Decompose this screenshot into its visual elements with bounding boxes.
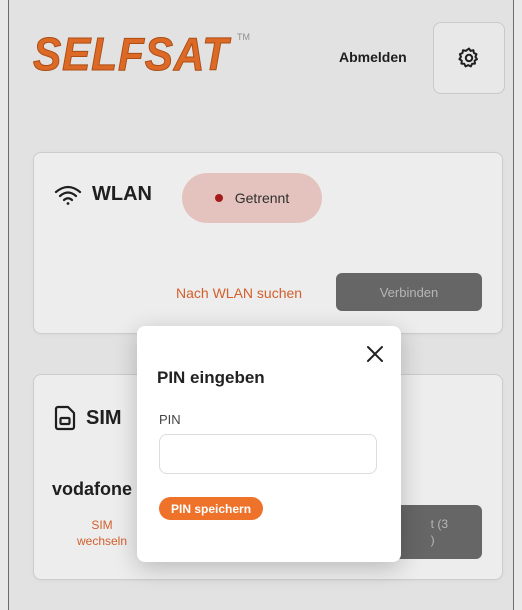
close-button[interactable] (363, 342, 387, 366)
app-frame: SELFSAT TM Abmelden WLAN Getrennt Nach W… (8, 0, 514, 610)
pin-dialog: PIN eingeben PIN PIN speichern (137, 326, 401, 562)
save-pin-button[interactable]: PIN speichern (159, 497, 264, 520)
pin-input[interactable] (159, 434, 377, 474)
pin-label: PIN (159, 412, 181, 427)
close-icon (367, 346, 383, 362)
dialog-title: PIN eingeben (157, 368, 265, 387)
